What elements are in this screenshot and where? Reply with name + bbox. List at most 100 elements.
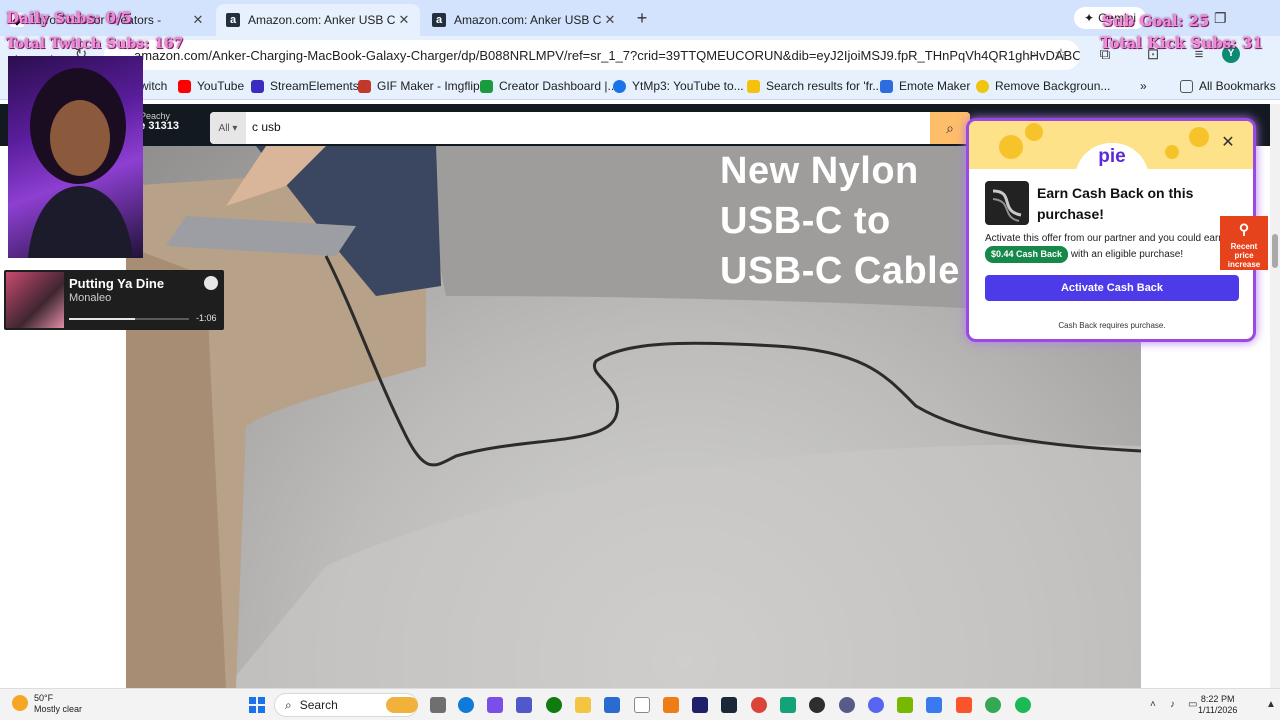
url-text: amazon.com/Anker-Charging-MacBook-Galaxy… [134, 47, 1080, 63]
webcam-feed [8, 56, 143, 258]
streamer-silhouette [28, 68, 133, 258]
pie-cashback-popup: pie ✕ Earn Cash Back on this purchase! A… [966, 118, 1256, 342]
bookmark-label: witch [140, 79, 168, 93]
bookmark-label: StreamElements [270, 79, 359, 93]
capture-icon[interactable] [692, 697, 708, 713]
sparkle-icon: ✦ [1084, 11, 1095, 25]
recent-price-increase-badge[interactable]: ⚲ Recent price increase [1220, 216, 1268, 270]
weather-widget[interactable]: 50°F Mostly clear [12, 693, 82, 715]
brave-icon[interactable] [956, 697, 972, 713]
search-category-label: All [218, 122, 230, 134]
bookmarks-bar: witch YouTube StreamElements GIF Maker -… [0, 74, 1280, 100]
bookmark-creator-dashboard[interactable]: Creator Dashboard |... [480, 79, 618, 93]
microphone-icon[interactable]: ♪ [1170, 699, 1175, 710]
bookmark-search-results[interactable]: Search results for 'fr... [747, 79, 882, 93]
steam-icon[interactable] [721, 697, 737, 713]
bookmark-label: Search results for 'fr... [766, 79, 883, 93]
notepad-icon[interactable] [634, 697, 650, 713]
bookmark-streamelements[interactable]: StreamElements [251, 79, 359, 93]
app-icon[interactable] [839, 697, 855, 713]
bookmark-twitch[interactable]: witch [140, 79, 167, 93]
folder-icon [747, 79, 760, 93]
cable-icon [992, 189, 1022, 222]
weather-sun-icon [12, 695, 28, 711]
search-highlight-icon [386, 697, 418, 713]
clock-date: 1/11/2026 [1198, 705, 1238, 715]
network-icon[interactable]: ▭ [1188, 699, 1197, 710]
close-icon[interactable]: ✕ [1219, 134, 1237, 152]
nvidia-icon[interactable] [897, 697, 913, 713]
spotify-taskbar-icon[interactable] [1015, 697, 1031, 713]
bookmark-imgflip[interactable]: GIF Maker - Imgflip [358, 79, 480, 93]
time-remaining: -1:06 [196, 313, 217, 323]
close-tab-icon[interactable]: ✕ [190, 12, 206, 28]
close-tab-icon[interactable]: ✕ [602, 12, 618, 28]
pie-description: Activate this offer from our partner and… [985, 231, 1245, 263]
new-tab-button[interactable]: + [632, 8, 652, 28]
spotify-now-playing: Putting Ya Dine Monaleo -1:06 [4, 270, 224, 330]
clock-time: 8:22 PM [1200, 694, 1235, 704]
amazon-search-input[interactable]: c usb [252, 120, 281, 134]
recent-price-label: Recent price increase [1227, 242, 1261, 269]
more-bookmarks-chevron-icon[interactable]: » [1140, 79, 1147, 93]
all-bookmarks-label: All Bookmarks [1199, 79, 1276, 93]
coin-icon [999, 135, 1023, 159]
windows-start-icon[interactable] [249, 697, 265, 713]
imgflip-icon [358, 79, 371, 93]
amazon-favicon-icon: a [432, 13, 446, 27]
taskbar-search-label: Search [299, 698, 338, 712]
app-icon-2[interactable] [926, 697, 942, 713]
streamlabs-icon[interactable] [780, 697, 796, 713]
bookmark-emote-maker[interactable]: Emote Maker [880, 79, 970, 93]
bookmark-label: Creator Dashboard |... [499, 79, 618, 93]
search-icon[interactable]: ⌕ [930, 112, 970, 144]
zoom-search-icon[interactable]: ⌕ [1024, 46, 1042, 64]
notification-bell-icon[interactable]: ▲ [1266, 699, 1276, 710]
obs-icon[interactable] [809, 697, 825, 713]
coin-icon [1165, 145, 1179, 159]
bookmark-youtube[interactable]: YouTube [178, 79, 244, 93]
bookmark-label: YouTube [197, 79, 245, 93]
file-explorer-icon[interactable] [575, 697, 591, 713]
system-clock[interactable]: 8:22 PM 1/11/2026 [1198, 694, 1237, 716]
coin-icon [1189, 127, 1209, 147]
teams-icon[interactable] [516, 697, 532, 713]
playback-progress-fill [69, 318, 135, 320]
playback-progress-bar [69, 318, 189, 320]
coin-icon [1025, 123, 1043, 141]
vlc-icon[interactable] [663, 697, 679, 713]
bookmark-ytmp3[interactable]: YtMp3: YouTube to... [613, 79, 744, 93]
all-bookmarks[interactable]: All Bookmarks [1180, 79, 1276, 93]
artist-name: Monaleo [69, 292, 112, 304]
page-scrollbar[interactable] [1270, 104, 1280, 688]
amazon-search-bar: All ▾ c usb ⌕ [210, 112, 970, 144]
chrome-icon[interactable] [751, 697, 767, 713]
price-tag-icon: ⚲ [1238, 221, 1250, 237]
task-view-icon[interactable] [430, 697, 446, 713]
gif-icon [880, 79, 893, 93]
streamelements-icon [251, 79, 264, 93]
tab-amazon[interactable]: a Amazon.com: Anker USB C to U ✕ [422, 4, 626, 36]
weather-condition: Mostly clear [34, 704, 83, 714]
bookmark-remove-background[interactable]: Remove Backgroun... [976, 79, 1110, 93]
activate-cash-back-button[interactable]: Activate Cash Back [985, 275, 1239, 301]
edge-icon[interactable] [458, 697, 474, 713]
copilot-icon[interactable] [487, 697, 503, 713]
address-bar[interactable]: amazon.com/Anker-Charging-MacBook-Galaxy… [104, 40, 1080, 70]
tab-amazon-active[interactable]: a Amazon.com: Anker USB C to U ✕ [216, 4, 420, 36]
song-title: Putting Ya Dine [69, 276, 165, 291]
pie-footer: Cash Back requires purchase. [1058, 321, 1166, 330]
store-icon[interactable] [604, 697, 620, 713]
folder-icon [1180, 79, 1193, 93]
scrollbar-thumb[interactable] [1272, 234, 1278, 268]
restore-window-icon[interactable]: ❐ [1214, 10, 1227, 27]
daily-subs-counter: Daily Subs: 0/5 [6, 9, 132, 27]
chrome-profile-icon[interactable] [985, 697, 1001, 713]
xbox-icon[interactable] [546, 697, 562, 713]
search-category-dropdown[interactable]: All ▾ [210, 112, 246, 144]
bookmark-star-icon[interactable]: ☆ [1052, 46, 1070, 64]
discord-icon[interactable] [868, 697, 884, 713]
navigation-bar: ← → ↻ amazon.com/Anker-Charging-MacBook-… [0, 36, 1280, 74]
tray-chevron-icon[interactable]: ˄ [1150, 699, 1156, 710]
close-tab-icon[interactable]: ✕ [396, 12, 412, 28]
